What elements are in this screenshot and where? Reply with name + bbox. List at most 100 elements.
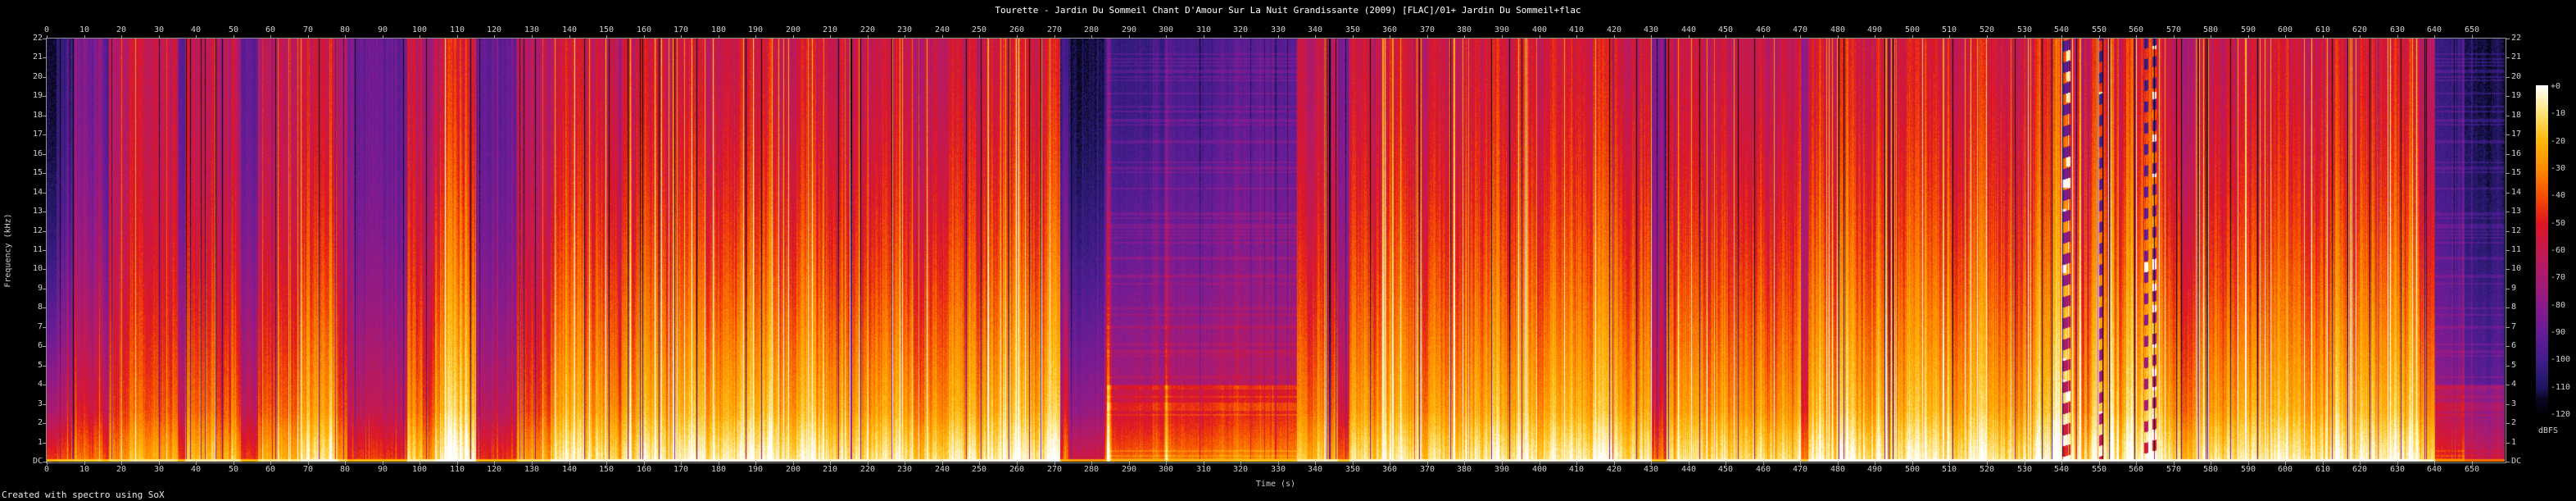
x-tick-label-top: 160	[628, 25, 660, 35]
y-tick-mark-right	[2506, 269, 2510, 270]
x-tick-label-bottom: 330	[1262, 465, 1295, 475]
y-tick-label-left: 12	[11, 226, 43, 236]
x-tick-mark-top	[457, 35, 458, 39]
x-tick-mark-top	[1949, 35, 1950, 39]
y-tick-label-left: 1	[11, 438, 43, 448]
y-tick-label-left: 14	[11, 188, 43, 198]
x-tick-label-bottom: 460	[1747, 465, 1780, 475]
y-tick-label-left: 11	[11, 245, 43, 255]
x-tick-label-bottom: 620	[2343, 465, 2376, 475]
x-tick-label-top: 50	[217, 25, 250, 35]
x-tick-mark-top	[793, 35, 794, 39]
y-tick-mark-right	[2506, 134, 2510, 135]
x-tick-label-top: 460	[1747, 25, 1780, 35]
x-tick-label-top: 530	[2008, 25, 2041, 35]
x-tick-label-bottom: 20	[105, 465, 138, 475]
x-tick-mark-top	[2061, 35, 2062, 39]
x-tick-mark-top	[121, 35, 122, 39]
x-tick-label-top: 640	[2418, 25, 2451, 35]
x-tick-mark-top	[2136, 35, 2137, 39]
x-tick-label-bottom: 130	[515, 465, 548, 475]
colorbar-unit-label: dBFS	[2538, 426, 2558, 435]
y-tick-label-left: 13	[11, 207, 43, 216]
x-tick-mark-top	[606, 35, 607, 39]
x-tick-mark-top	[1502, 35, 1503, 39]
x-tick-label-top: 130	[515, 25, 548, 35]
x-tick-label-bottom: 220	[851, 465, 884, 475]
y-tick-mark-left	[43, 154, 47, 155]
x-tick-label-bottom: 190	[739, 465, 772, 475]
x-tick-label-bottom: 520	[1971, 465, 2003, 475]
y-tick-mark-left	[43, 346, 47, 347]
x-tick-label-top: 240	[926, 25, 959, 35]
x-tick-mark-top	[532, 35, 533, 39]
x-tick-label-bottom: 650	[2456, 465, 2488, 475]
x-tick-mark-top	[494, 35, 495, 39]
x-tick-label-top: 480	[1821, 25, 1854, 35]
x-tick-label-bottom: 70	[292, 465, 324, 475]
x-tick-label-bottom: 610	[2306, 465, 2339, 475]
x-tick-mark-top	[1912, 35, 1913, 39]
credit-text: Created with spectro using SoX	[2, 490, 165, 500]
x-tick-label-top: 150	[590, 25, 623, 35]
x-tick-label-bottom: 250	[963, 465, 995, 475]
x-tick-label-top: 590	[2232, 25, 2265, 35]
x-tick-label-top: 80	[329, 25, 361, 35]
x-tick-label-top: 70	[292, 25, 324, 35]
y-tick-mark-left	[43, 404, 47, 405]
x-tick-label-bottom: 200	[777, 465, 810, 475]
y-tick-label-left: DC	[11, 457, 43, 467]
y-tick-label-left: 22	[11, 34, 43, 43]
y-tick-label-right: 22	[2511, 34, 2544, 43]
x-tick-mark-top	[569, 35, 570, 39]
x-tick-label-top: 500	[1896, 25, 1929, 35]
x-tick-mark-top	[2285, 35, 2286, 39]
y-tick-label-left: 16	[11, 149, 43, 159]
x-tick-label-bottom: 290	[1113, 465, 1145, 475]
x-tick-label-bottom: 230	[888, 465, 921, 475]
x-tick-label-top: 560	[2120, 25, 2152, 35]
x-tick-mark-top	[755, 35, 756, 39]
x-tick-label-bottom: 450	[1709, 465, 1742, 475]
y-tick-mark-right	[2506, 250, 2510, 251]
y-tick-mark-right	[2506, 154, 2510, 155]
x-tick-label-top: 30	[143, 25, 175, 35]
spectrogram-canvas	[47, 39, 2505, 462]
x-tick-mark-top	[1427, 35, 1428, 39]
x-tick-label-bottom: 80	[329, 465, 361, 475]
x-tick-label-bottom: 400	[1523, 465, 1556, 475]
colorbar-tick-label: -40	[2551, 191, 2576, 201]
x-tick-label-top: 290	[1113, 25, 1145, 35]
x-tick-label-bottom: 360	[1373, 465, 1406, 475]
x-tick-label-top: 200	[777, 25, 810, 35]
y-tick-mark-left	[43, 134, 47, 135]
y-tick-label-left: 9	[11, 284, 43, 294]
x-tick-mark-top	[2360, 35, 2361, 39]
x-tick-label-top: 650	[2456, 25, 2488, 35]
x-tick-label-top: 310	[1187, 25, 1220, 35]
x-tick-label-top: 510	[1933, 25, 1966, 35]
x-tick-mark-top	[1278, 35, 1279, 39]
x-tick-mark-top	[1651, 35, 1652, 39]
x-tick-mark-top	[644, 35, 645, 39]
x-tick-label-top: 340	[1299, 25, 1331, 35]
x-tick-mark-top	[1800, 35, 1801, 39]
y-tick-label-left: 18	[11, 111, 43, 121]
x-tick-mark-top	[1576, 35, 1577, 39]
y-tick-mark-right	[2506, 404, 2510, 405]
y-tick-mark-left	[43, 423, 47, 424]
x-tick-label-bottom: 530	[2008, 465, 2041, 475]
colorbar-tick-label: -50	[2551, 219, 2576, 229]
x-tick-label-top: 360	[1373, 25, 1406, 35]
x-tick-label-bottom: 180	[702, 465, 735, 475]
y-tick-label-right: 20	[2511, 72, 2544, 82]
x-tick-label-top: 10	[68, 25, 101, 35]
y-tick-label-left: 10	[11, 264, 43, 274]
x-tick-label-bottom: 350	[1336, 465, 1369, 475]
x-tick-label-bottom: 50	[217, 465, 250, 475]
x-tick-mark-top	[1240, 35, 1241, 39]
x-tick-label-bottom: 210	[814, 465, 846, 475]
x-tick-label-top: 430	[1635, 25, 1667, 35]
page-title: Tourette - Jardin Du Sommeil Chant D'Amo…	[0, 5, 2576, 16]
y-tick-label-left: 20	[11, 72, 43, 82]
